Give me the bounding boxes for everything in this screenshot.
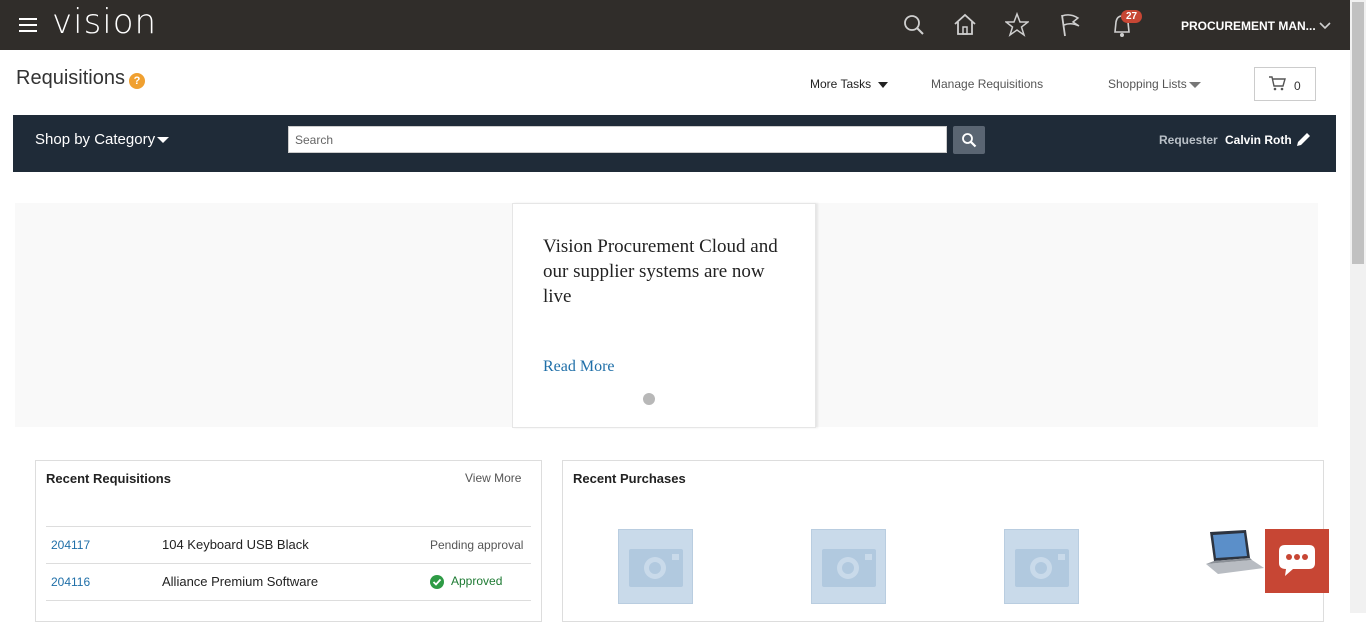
divider (46, 526, 531, 527)
requisition-description[interactable]: Alliance Premium Software (162, 574, 318, 589)
requester-label: Requester (1159, 133, 1218, 147)
requisition-description[interactable]: 104 Keyboard USB Black (162, 537, 309, 552)
chevron-down-icon[interactable] (1319, 21, 1331, 31)
requester-name: Calvin Roth (1225, 133, 1292, 147)
camera-icon (629, 549, 683, 587)
status-badge: Approved (451, 574, 503, 588)
edit-icon[interactable] (1294, 131, 1312, 149)
chat-icon (1279, 545, 1315, 576)
read-more-link[interactable]: Read More (543, 358, 615, 376)
announcement-text: Vision Procurement Cloud and our supplie… (543, 236, 778, 307)
product-thumbnail[interactable] (1004, 529, 1079, 604)
view-more-link[interactable]: View More (465, 471, 521, 485)
search-icon[interactable] (901, 12, 925, 38)
search-icon (962, 133, 977, 148)
checkmark-icon (430, 575, 444, 589)
recent-purchases-title: Recent Purchases (573, 471, 686, 486)
top-bar (0, 0, 1350, 50)
carousel-indicator[interactable] (643, 393, 655, 405)
recent-requisitions-title: Recent Requisitions (46, 471, 171, 486)
home-icon[interactable] (953, 12, 977, 38)
divider (46, 563, 531, 564)
more-tasks-button[interactable]: More Tasks (810, 77, 871, 91)
shop-by-category-button[interactable]: Shop by Category (35, 131, 155, 148)
app-logo[interactable]: vision (52, 2, 157, 42)
page-title: Requisitions (16, 67, 125, 89)
cart-icon[interactable] (1268, 75, 1286, 91)
notification-badge: 27 (1121, 10, 1143, 23)
manage-requisitions-link[interactable]: Manage Requisitions (931, 77, 1043, 91)
caret-down-icon[interactable] (878, 82, 888, 88)
status-badge: Pending approval (430, 538, 524, 552)
divider (46, 600, 531, 601)
laptop-image[interactable] (1202, 528, 1266, 576)
requisition-number[interactable]: 204117 (51, 538, 90, 552)
caret-down-icon[interactable] (1189, 82, 1201, 88)
product-thumbnail[interactable] (811, 529, 886, 604)
product-thumbnail[interactable] (618, 529, 693, 604)
search-input[interactable] (288, 126, 947, 153)
star-icon[interactable] (1005, 12, 1029, 38)
camera-icon (1015, 549, 1069, 587)
requisition-number[interactable]: 204116 (51, 575, 90, 589)
chat-button[interactable] (1265, 529, 1329, 593)
caret-down-icon[interactable] (157, 137, 169, 143)
flag-icon[interactable] (1058, 12, 1082, 38)
help-icon[interactable]: ? (129, 73, 145, 89)
scrollbar-thumb[interactable] (1352, 2, 1364, 264)
cart-count: 0 (1294, 79, 1301, 93)
shopping-lists-button[interactable]: Shopping Lists (1108, 77, 1187, 91)
user-menu[interactable]: PROCUREMENT MAN... (1181, 19, 1316, 33)
search-button[interactable] (953, 126, 985, 154)
camera-icon (822, 549, 876, 587)
menu-icon[interactable] (19, 18, 37, 32)
